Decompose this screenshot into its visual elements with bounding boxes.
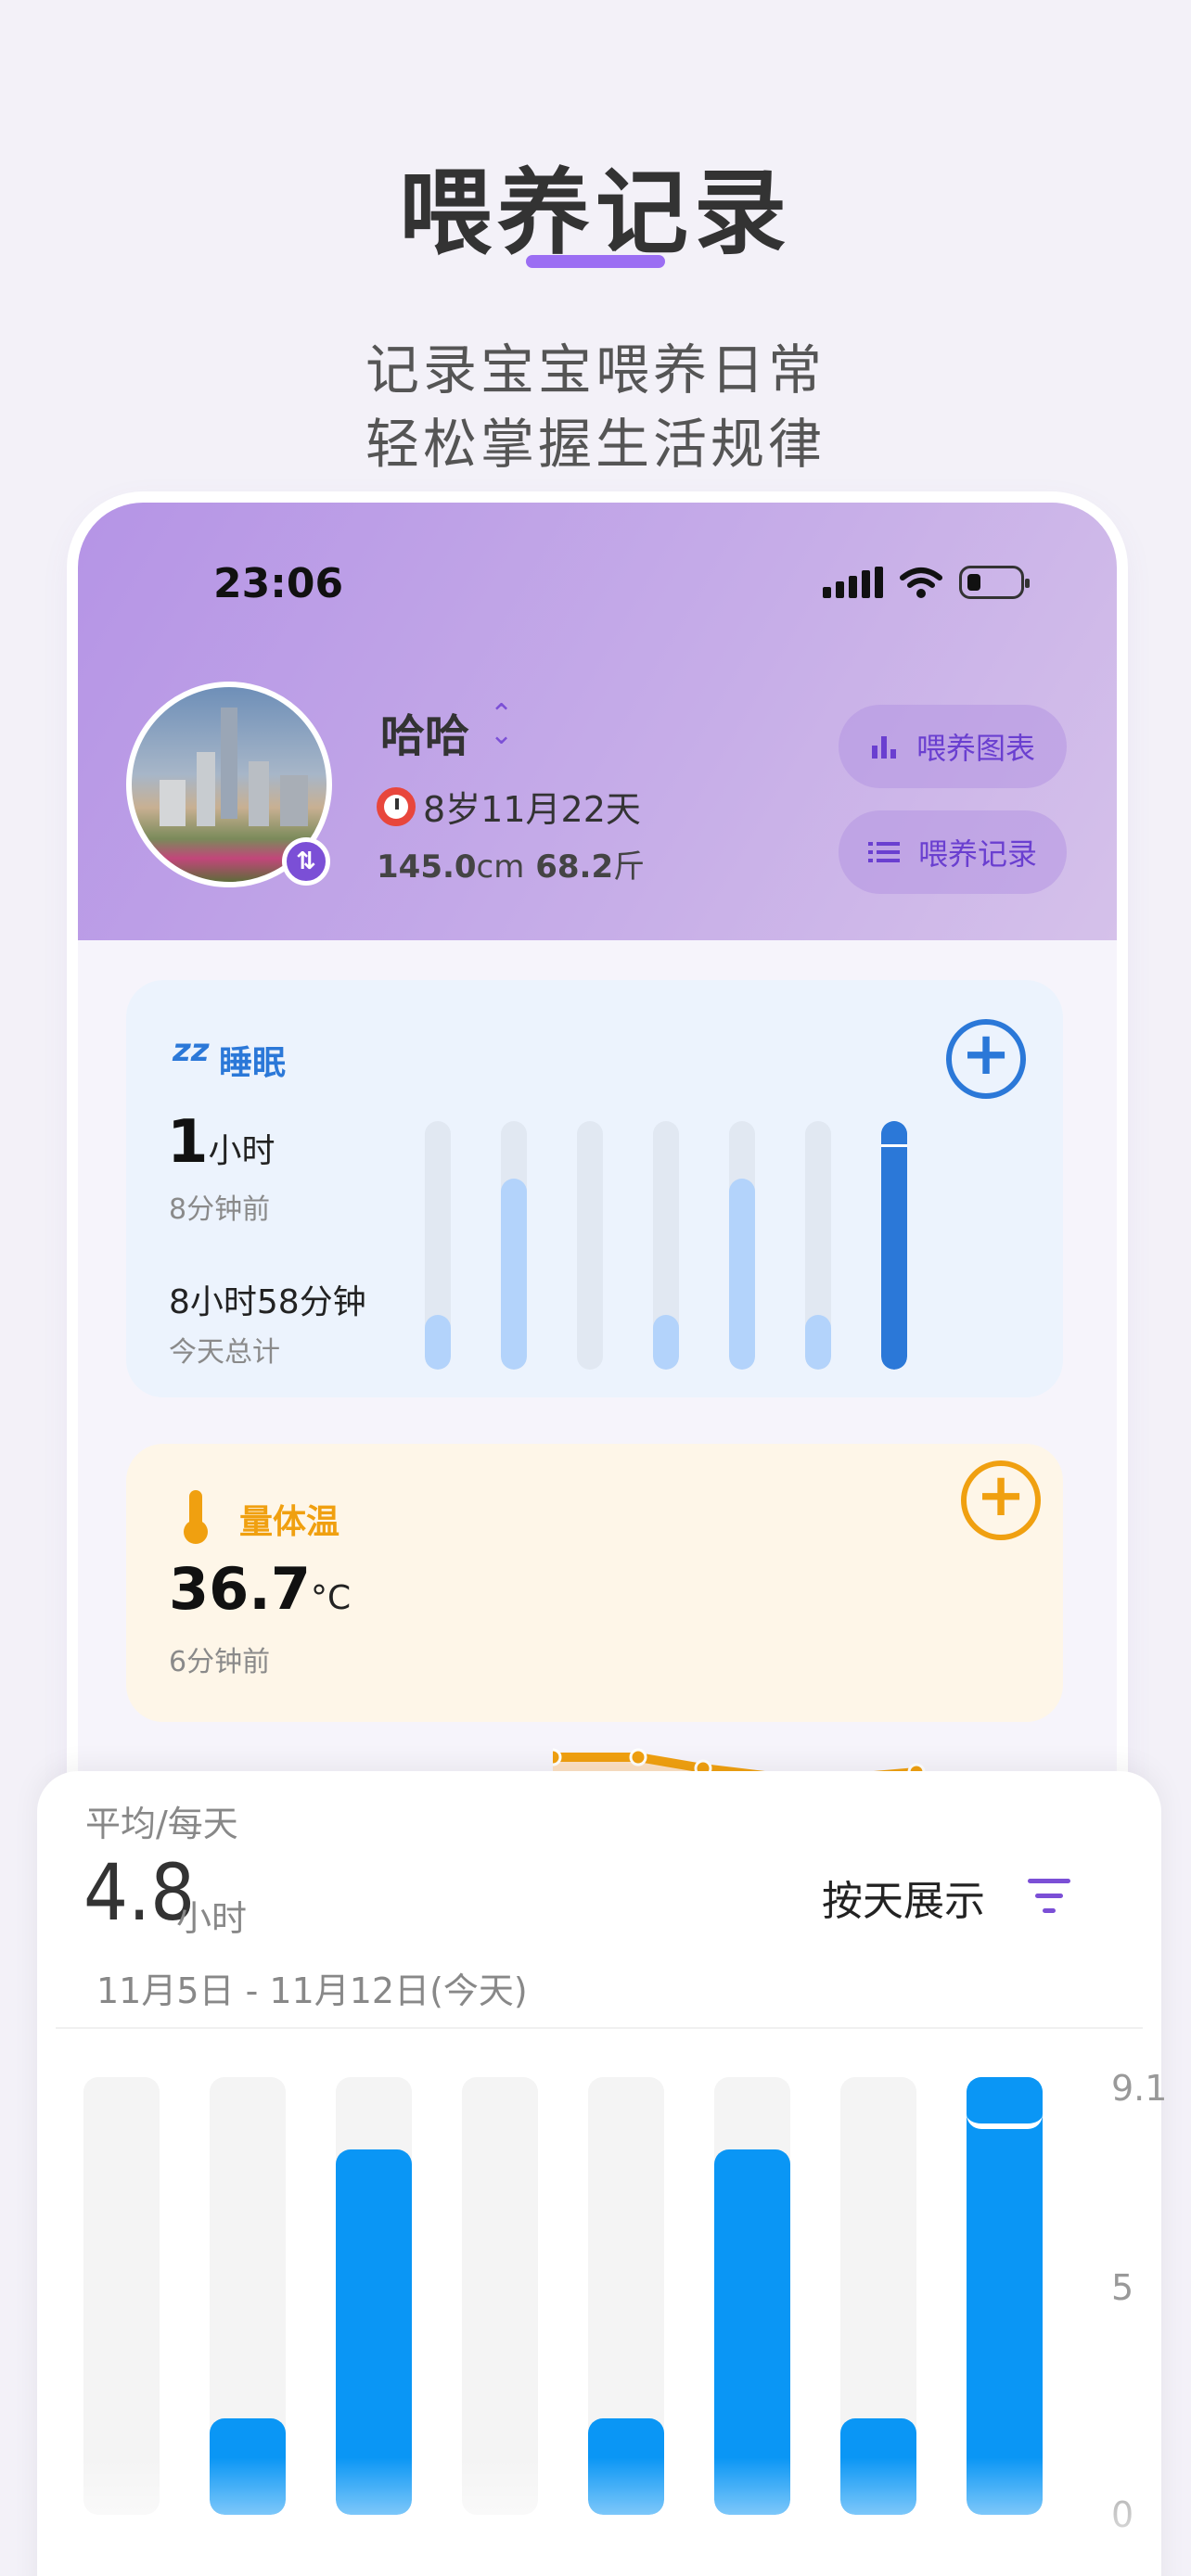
chevron-updown-icon[interactable]: ⌃ ⌄ [490,701,513,749]
wifi-icon [900,567,942,598]
temperature-card[interactable]: 量体温 + 36.7°C 6分钟前 [126,1444,1063,1861]
weight-value: 68.2 [535,848,614,886]
age-row: 8岁11月22天 [377,781,641,832]
feeding-records-button[interactable]: 喂养记录 [839,810,1067,894]
average-unit: 小时 [176,1898,248,1939]
temperature-point [553,1748,562,1766]
height-unit: cm [476,848,525,886]
temperature-point [629,1748,647,1766]
y-tick-label: 9.1 [1111,2068,1168,2109]
chart-bar[interactable] [967,2077,1043,2515]
temperature-value: 36.7°C [169,1555,352,1623]
add-temperature-button[interactable]: + [961,1460,1041,1540]
switch-baby-icon[interactable]: ⇅ [282,837,330,886]
sleep-zz-icon: zz [173,1032,210,1069]
y-tick-label: 5 [1111,2267,1134,2308]
alarm-clock-icon [377,786,416,826]
sleep-summary-sheet: 平均/每天 4.8 小时 按天展示 11月5日 - 11月12日(今天) 9.1… [37,1771,1167,2576]
filter-icon[interactable] [1028,1879,1070,1914]
profile-header: 23:06 ⇅ 哈哈 ⌃ ⌄ 8岁11月22天 145.0cm 68.2斤 喂养… [78,503,1117,940]
signal-icon [823,567,883,598]
bottom-fade [37,2457,1161,2576]
baby-age: 8岁11月22天 [423,789,641,830]
sleep-bar-chart: 9.1 5 0 [83,2068,1167,2535]
feeding-chart-button[interactable]: 喂养图表 [839,705,1067,788]
hero-subtitle-line1: 记录宝宝喂养日常 [365,338,826,402]
status-time: 23:06 [213,560,344,607]
view-mode-selector[interactable]: 按天展示 [822,1868,985,1927]
height-value: 145.0 [377,848,477,886]
add-sleep-button[interactable]: + [946,1019,1026,1099]
battery-icon [959,566,1030,599]
average-label: 平均/每天 [85,1804,238,1844]
sleep-last-ago: 8分钟前 [169,1193,271,1226]
temperature-title: 量体温 [239,1503,340,1541]
temperature-unit: °C [310,1579,352,1617]
feeding-records-label: 喂养记录 [917,836,1037,872]
sleep-last-unit: 小时 [208,1132,275,1170]
hero-title: 喂养记录 [399,159,792,267]
hero-subtitle-line2: 轻松掌握生活规律 [365,413,826,476]
chart-bar[interactable] [210,2077,286,2515]
temperature-ago: 6分钟前 [169,1646,271,1678]
status-icons [823,566,1030,599]
body-measurements: 145.0cm 68.2斤 [377,841,645,886]
sleep-mini-chart [425,1121,916,1371]
sleep-mini-bar [653,1121,679,1370]
sleep-total-label: 今天总计 [169,1336,280,1369]
sleep-card[interactable]: zz 睡眠 + 1小时 8分钟前 8小时58分钟 今天总计 [126,980,1063,1397]
sleep-last-value: 1小时 [167,1108,275,1177]
weight-unit: 斤 [613,848,646,886]
divider [56,2027,1143,2029]
sleep-mini-bar [501,1121,527,1370]
hero-underline [526,255,665,268]
chart-bar[interactable] [336,2077,412,2515]
chart-bar[interactable] [462,2077,538,2515]
sleep-mini-bar [729,1121,755,1370]
list-icon [867,842,900,862]
sleep-mini-bar [881,1121,907,1370]
feeding-chart-label: 喂养图表 [916,731,1035,766]
chart-bar[interactable] [840,2077,916,2515]
sleep-mini-bar [577,1121,603,1370]
sleep-total-value: 8小时58分钟 [169,1283,366,1321]
chart-bar[interactable] [714,2077,790,2515]
bar-chart-icon [871,736,896,759]
chart-bar[interactable] [83,2077,160,2515]
sleep-title: 睡眠 [219,1044,287,1082]
chart-bar[interactable] [588,2077,664,2515]
thermometer-icon [182,1490,208,1544]
date-range: 11月5日 - 11月12日(今天) [96,1970,528,2011]
sleep-mini-bar [805,1121,831,1370]
baby-name[interactable]: 哈哈 [380,699,469,764]
sleep-mini-bar [425,1121,451,1370]
